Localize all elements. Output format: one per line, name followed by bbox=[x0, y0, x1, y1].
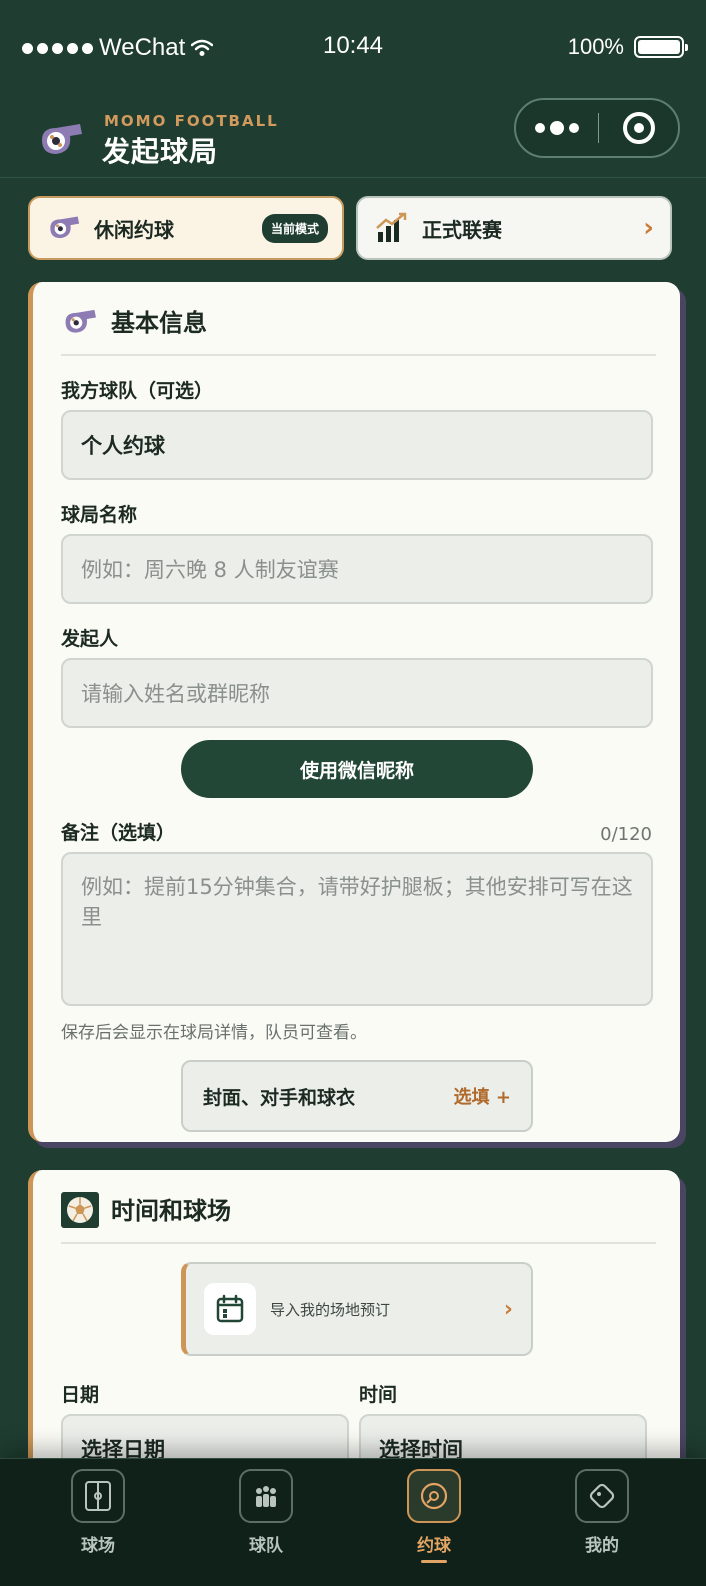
match-name-placeholder: 例如：周六晚 8 人制友谊赛 bbox=[81, 558, 339, 582]
more-dots-icon bbox=[535, 123, 545, 133]
tab-profile-label: 我的 bbox=[585, 1536, 619, 1556]
team-icon bbox=[239, 1469, 293, 1523]
basic-info-title: 基本信息 bbox=[111, 309, 207, 337]
cover-opponent-jersey-button[interactable]: 封面、对手和球衣 选填 + bbox=[181, 1060, 533, 1132]
brand-subtitle: MOMO FOOTBALL bbox=[104, 112, 279, 130]
active-tab-indicator bbox=[421, 1560, 447, 1563]
tab-team-label: 球队 bbox=[249, 1536, 283, 1556]
use-wechat-nickname-button[interactable]: 使用微信昵称 bbox=[181, 740, 533, 798]
target-icon bbox=[622, 112, 655, 144]
calendar-icon bbox=[216, 1294, 244, 1323]
mode-tab-casual[interactable]: 休闲约球 当前模式 bbox=[28, 196, 344, 260]
note-counter: 0/120 bbox=[600, 824, 652, 845]
date-label: 日期 bbox=[61, 1384, 100, 1406]
mode-tab-league[interactable]: 正式联赛 › bbox=[356, 196, 672, 260]
note-textarea[interactable]: 例如：提前15分钟集合，请带好护腿板；其他安排可写在这里 bbox=[61, 852, 653, 1006]
more-menu-button[interactable] bbox=[516, 121, 598, 135]
team-label: 我方球队（可选） bbox=[61, 380, 214, 402]
basic-info-card: 基本信息 我方球队（可选） 个人约球 球局名称 例如：周六晚 8 人制友谊赛 发… bbox=[28, 282, 686, 1148]
organizer-input[interactable]: 请输入姓名或群昵称 bbox=[61, 658, 653, 728]
mode-casual-label: 休闲约球 bbox=[94, 217, 174, 242]
match-name-input[interactable]: 例如：周六晚 8 人制友谊赛 bbox=[61, 534, 653, 604]
mode-league-label: 正式联赛 bbox=[422, 217, 502, 242]
current-mode-badge: 当前模式 bbox=[261, 213, 328, 243]
close-mini-program-button[interactable] bbox=[599, 112, 678, 144]
ball-icon bbox=[407, 1469, 461, 1523]
page-title: 发起球局 bbox=[102, 135, 219, 168]
match-name-label: 球局名称 bbox=[61, 504, 138, 526]
tab-pitch[interactable]: 球场 bbox=[38, 1469, 158, 1556]
import-booking-button[interactable]: 导入我的场地预订 › bbox=[181, 1262, 533, 1356]
note-hint: 保存后会显示在球局详情，队员可查看。 bbox=[61, 1023, 367, 1043]
battery-icon bbox=[634, 36, 688, 58]
tab-match[interactable]: 约球 bbox=[374, 1469, 494, 1563]
organizer-placeholder: 请输入姓名或群昵称 bbox=[81, 682, 270, 706]
organizer-label: 发起人 bbox=[61, 628, 119, 650]
battery-percent: 100% bbox=[567, 34, 624, 59]
status-bar: WeChat 10:44 100% bbox=[0, 0, 706, 92]
chevron-right-icon: › bbox=[503, 1296, 513, 1322]
team-select[interactable]: 个人约球 bbox=[61, 410, 653, 480]
page-header: MOMO FOOTBALL 发起球局 bbox=[0, 92, 706, 178]
whistle-logo-icon bbox=[42, 124, 82, 154]
team-value: 个人约球 bbox=[81, 434, 165, 458]
import-booking-label: 导入我的场地预订 bbox=[270, 1300, 391, 1319]
whistle-icon bbox=[65, 309, 96, 333]
time-venue-title: 时间和球场 bbox=[111, 1197, 231, 1225]
chevron-right-icon: › bbox=[643, 213, 654, 243]
basic-info-header: 基本信息 bbox=[61, 304, 656, 356]
optional-tag: 选填 + bbox=[453, 1087, 511, 1108]
time-label: 时间 bbox=[359, 1384, 398, 1406]
tab-match-label: 约球 bbox=[417, 1536, 451, 1556]
optional-button-label: 封面、对手和球衣 bbox=[203, 1086, 356, 1109]
time-venue-header: 时间和球场 bbox=[61, 1192, 656, 1244]
growth-chart-icon bbox=[376, 212, 407, 242]
tab-pitch-label: 球场 bbox=[81, 1536, 115, 1556]
whistle-icon bbox=[50, 216, 80, 239]
tab-profile[interactable]: 我的 bbox=[542, 1469, 662, 1556]
tab-team[interactable]: 球队 bbox=[206, 1469, 326, 1556]
soccer-ball-icon bbox=[61, 1192, 99, 1228]
pitch-icon bbox=[71, 1469, 125, 1523]
profile-icon bbox=[575, 1469, 629, 1523]
note-placeholder: 例如：提前15分钟集合，请带好护腿板；其他安排可写在这里 bbox=[81, 875, 633, 929]
bottom-tab-bar: 球场 球队 约球 我的 bbox=[0, 1458, 706, 1586]
mini-program-capsule bbox=[514, 98, 680, 158]
note-label: 备注（选填） bbox=[61, 822, 176, 844]
